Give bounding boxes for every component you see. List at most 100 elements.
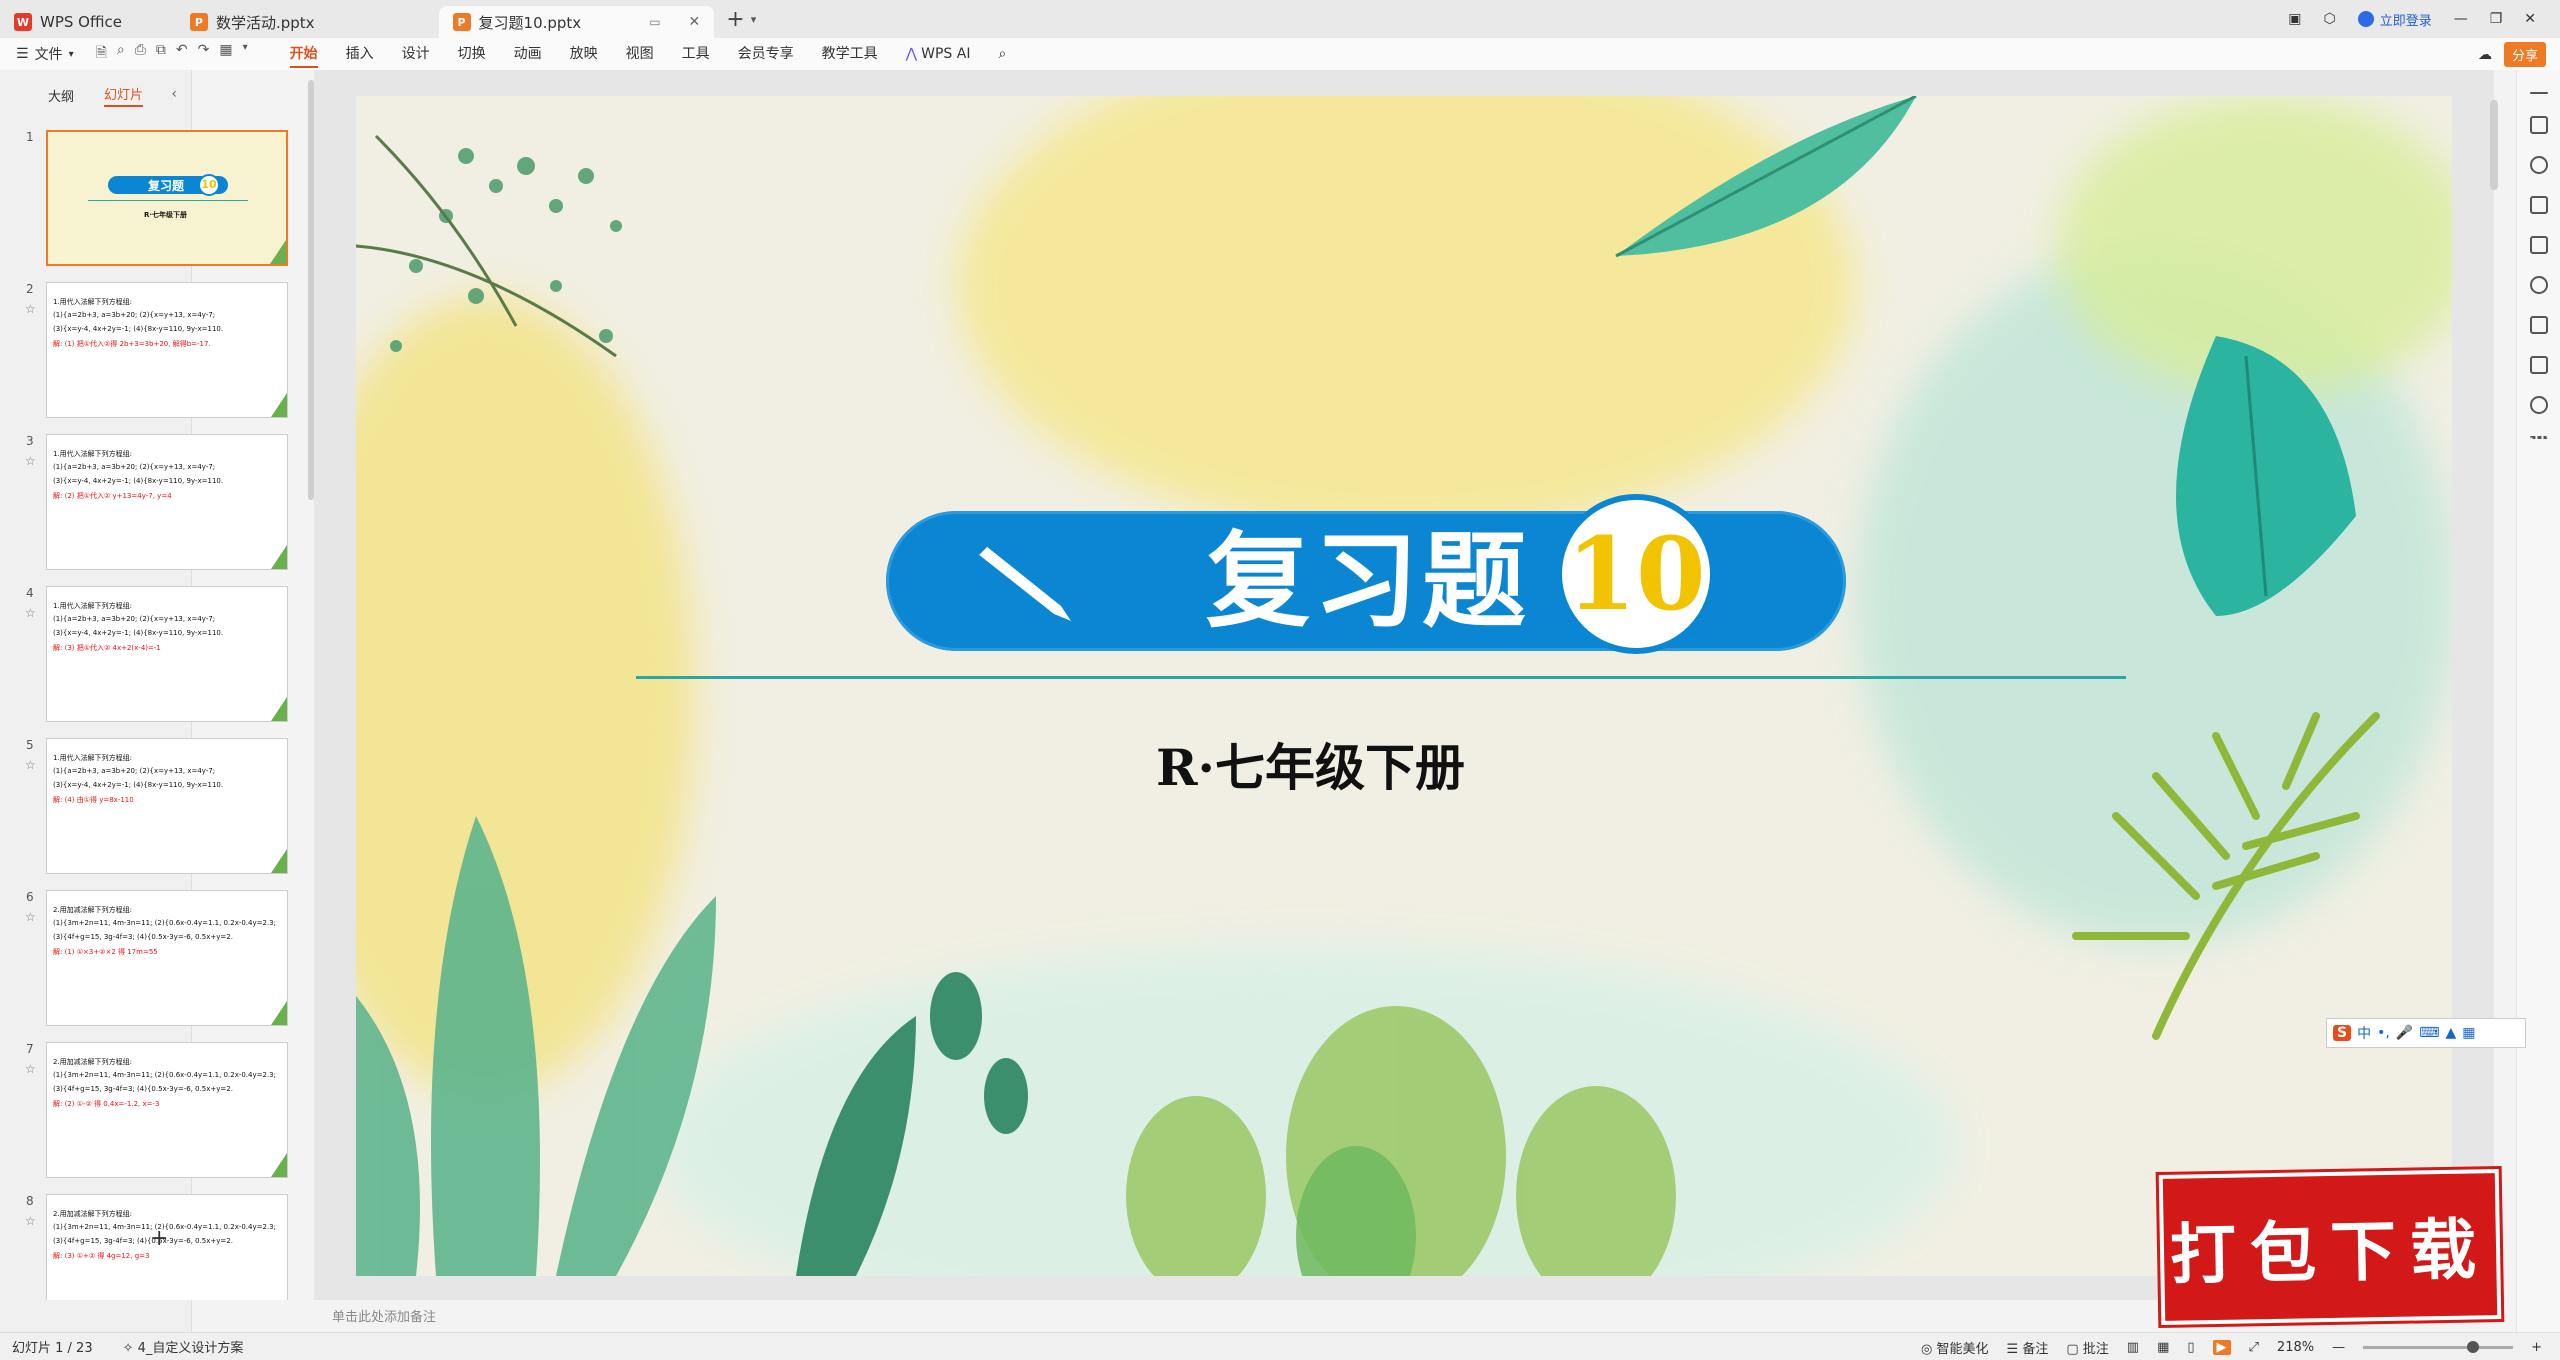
login-button[interactable]: 立即登录 [2357,10,2432,29]
zoom-out-icon[interactable]: — [2332,1340,2345,1355]
comments-button[interactable]: ▢ 批注 [2066,1338,2108,1357]
thumbnail-row[interactable]: 5 ☆ 1.用代入法解下列方程组: (1){a=2b+3, a=3b+20; (2){… [0,738,288,878]
thumb-text-line: 1.用代入法解下列方程组: [53,298,133,306]
thumb-text-line: (3){4f+g=15, 3g-4f=3; (4){0.5x-3y=-6, 0.… [53,1237,233,1245]
tab-transition[interactable]: 切换 [444,38,500,70]
thumb-text-line: 2.用加减法解下列方程组: [53,906,133,914]
slide-thumbnail[interactable]: 2.用加减法解下列方程组: (1){3m+2n=11, 4m-3n=11; (2)… [46,890,288,1026]
ime-toolbar[interactable]: S 中 •, 🎤 ⌨ ▲ ▦ [2326,1018,2526,1048]
notes-placeholder[interactable]: 单击此处添加备注 [332,1306,436,1325]
sogou-logo-icon: S [2333,1025,2352,1041]
beautify-button[interactable]: ◎ 智能美化 [1921,1338,1989,1357]
slide-thumbnail[interactable]: 2.用加减法解下列方程组: (1){3m+2n=11, 4m-3n=11; (2)… [46,1042,288,1178]
zoom-knob[interactable] [2466,1341,2479,1353]
copy-icon[interactable] [2529,196,2548,214]
restore-icon[interactable]: ❐ [2490,11,2503,27]
star-icon[interactable]: ☆ [25,1214,36,1228]
design-label: 4_自定义设计方案 [137,1341,244,1356]
login-label: 立即登录 [2379,13,2432,29]
thumbnail-row[interactable]: 4 ☆ 1.用代入法解下列方程组: (1){a=2b+3, a=3b+20; (2){… [0,586,288,726]
star-icon[interactable]: ☆ [25,302,36,316]
thumb-text-line: 解: (1) 把①代入②得 2b+3=3b+20, 解得b=-17. [53,340,211,348]
play-icon[interactable]: ▶ [2212,1340,2231,1355]
microphone-icon[interactable]: 🎤 [2396,1025,2413,1041]
design-scheme[interactable]: ✧ 4_自定义设计方案 [123,1337,244,1356]
thumbnail-row[interactable]: 7 ☆ 2.用加减法解下列方程组: (1){3m+2n=11, 4m-3n=11; (… [0,1042,288,1182]
cloud-icon[interactable]: ☁ [2478,47,2492,63]
right-toolbar [2516,70,2560,1332]
thumbnail-row[interactable]: 3 ☆ 1.用代入法解下列方程组: (1){a=2b+3, a=3b+20; (2){… [0,434,288,574]
thumbnail-number: 6 [26,890,34,904]
slide-thumbnail[interactable]: 1.用代入法解下列方程组: (1){a=2b+3, a=3b+20; (2){x=… [46,434,288,570]
shirt-icon[interactable] [2529,356,2548,374]
thumbnail-number: 8 [26,1194,34,1208]
ime-lang[interactable]: 中 [2357,1023,2371,1043]
monitor-icon[interactable]: ▭ [649,15,660,29]
cube-icon[interactable]: ⬡ [2323,11,2335,27]
close-tab-icon[interactable]: ✕ [689,14,701,30]
tab-teaching-tools[interactable]: 教学工具 [808,38,892,70]
star-icon[interactable]: ☆ [25,606,36,620]
reading-view-icon[interactable]: ▯ [2187,1340,2194,1355]
search-icon[interactable]: ⌕ [984,38,1020,70]
slide-counter: 幻灯片 1 / 23 [12,1341,93,1356]
image-icon[interactable] [2529,236,2548,254]
tab-view[interactable]: 视图 [612,38,668,70]
share-button[interactable]: 分享 [2503,42,2546,67]
punctuation-icon[interactable]: •, [2377,1025,2390,1041]
thumb-text-line: (3){x=y-4, 4x+2y=-1; (4){8x-y=110, 9y-x=… [53,781,224,789]
notes-button[interactable]: ☰ 备注 [2007,1338,2049,1357]
tab-wps-ai[interactable]: ⋀ WPS AI [892,38,985,70]
tab-insert[interactable]: 插入 [332,38,388,70]
slide-thumbnail[interactable]: 1.用代入法解下列方程组: (1){a=2b+3, a=3b+20; (2){x=… [46,282,288,418]
slide-thumbnail[interactable]: 复习题 10 R·七年级下册 [46,130,288,266]
fit-icon[interactable]: ⤢ [2249,1340,2259,1355]
thumb-subtitle: R·七年级下册 [144,211,188,219]
decorative-leaves [356,96,2380,1276]
canvas-scrollbar[interactable] [2490,100,2498,190]
tab-slideshow[interactable]: 放映 [556,38,612,70]
skin-icon[interactable]: ▲ [2445,1025,2456,1041]
tab-animation[interactable]: 动画 [500,38,556,70]
close-window-icon[interactable]: ✕ [2524,11,2536,27]
tab-review-10[interactable]: P 复习题10.pptx ▭ ✕ [438,6,715,38]
grid-icon[interactable]: ▦ [2462,1025,2475,1041]
new-tab-button[interactable]: + [726,7,744,32]
minimize-icon[interactable]: — [2454,11,2468,27]
zoom-level[interactable]: 218% [2277,1340,2314,1355]
thumb-text-line: 2.用加减法解下列方程组: [53,1058,133,1066]
star-icon[interactable] [2529,156,2548,174]
sorter-view-icon[interactable]: ▦ [2157,1340,2169,1355]
star-icon[interactable]: ☆ [25,758,36,772]
star-icon[interactable]: ☆ [25,910,36,924]
keyboard-icon[interactable]: ⌨ [2419,1025,2439,1041]
slide-canvas[interactable]: 复习题 10 R·七年级下册 [356,96,2452,1276]
minus-icon[interactable] [2529,92,2548,94]
book-icon[interactable] [2529,316,2548,334]
zoom-in-icon[interactable]: + [2531,1340,2542,1355]
tab-member[interactable]: 会员专享 [724,38,808,70]
more-icon[interactable] [2529,436,2548,439]
magic-wand-icon[interactable] [2529,276,2548,294]
normal-view-icon[interactable]: ▥ [2127,1340,2139,1355]
thumbnail-row[interactable]: 1 复习题 10 R·七年级下册 [0,130,288,270]
thumbnail-row[interactable]: 6 ☆ 2.用加减法解下列方程组: (1){3m+2n=11, 4m-3n=11; (… [0,890,288,1030]
slide-thumbnail[interactable]: 1.用代入法解下列方程组: (1){a=2b+3, a=3b+20; (2){x=… [46,586,288,722]
tab-label: 复习题10.pptx [478,13,582,32]
zoom-slider[interactable] [2363,1341,2514,1353]
settings-sliders-icon[interactable] [2529,116,2548,134]
star-icon[interactable]: ☆ [25,454,36,468]
star-icon[interactable]: ☆ [25,1062,36,1076]
slide-thumbnail[interactable]: 1.用代入法解下列方程组: (1){a=2b+3, a=3b+20; (2){x=… [46,738,288,874]
thumb-text-line: (3){4f+g=15, 3g-4f=3; (4){0.5x-3y=-6, 0.… [53,1085,233,1093]
download-stamp[interactable]: 打包下载 [2158,1169,2502,1325]
comment-icon: ▢ [2066,1342,2083,1357]
ai-icon: ⋀ [905,46,918,62]
tab-tools[interactable]: 工具 [668,38,724,70]
layout-icon[interactable]: ▣ [2288,11,2301,27]
tab-design[interactable]: 设计 [388,38,444,70]
tab-dropdown-icon[interactable]: ▾ [751,13,757,26]
thumbnail-row[interactable]: 2 ☆ 1.用代入法解下列方程组: (1){a=2b+3, a=3b+20; (2){… [0,282,288,422]
help-icon[interactable] [2529,396,2548,414]
add-slide-button[interactable]: + [150,1226,168,1251]
